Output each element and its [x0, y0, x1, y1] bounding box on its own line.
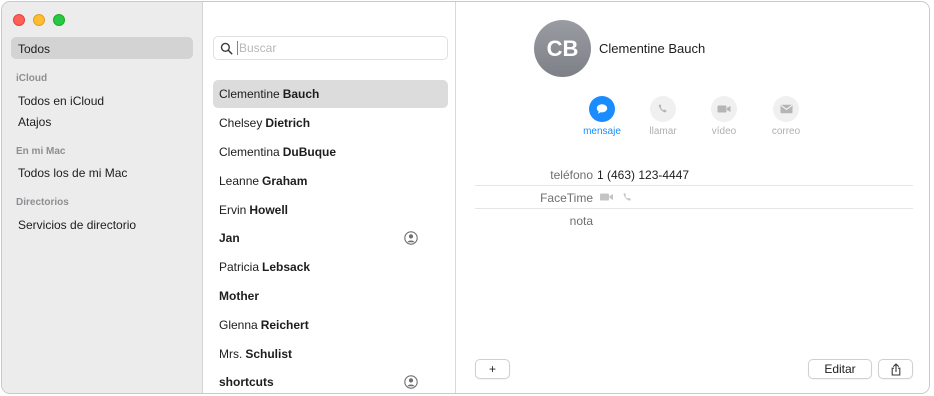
avatar: CB: [534, 20, 591, 77]
sidebar-item-directory-services[interactable]: Servicios de directorio: [18, 218, 136, 232]
list-item[interactable]: Mrs. Schulist: [213, 340, 448, 368]
contact-last-name: Lebsack: [262, 260, 311, 274]
list-item[interactable]: Chelsey Dietrich: [213, 109, 448, 137]
phone-value[interactable]: 1 (463) 123-4447: [597, 168, 689, 182]
search-input[interactable]: [237, 41, 437, 55]
facetime-audio-icon[interactable]: [622, 192, 633, 203]
share-icon: [891, 362, 900, 376]
contact-last-name: DuBuque: [282, 145, 337, 159]
list-item[interactable]: Jan: [213, 224, 448, 252]
message-label: mensaje: [583, 126, 621, 137]
sidebar-item-todos-mac[interactable]: Todos los de mi Mac: [18, 166, 127, 180]
contact-name: Mother: [219, 289, 259, 303]
contact-first-name: Glenna: [219, 318, 258, 332]
list-item[interactable]: Ervin Howell: [213, 196, 448, 224]
contact-last-name: Bauch: [282, 87, 320, 101]
list-item[interactable]: Clementina DuBuque: [213, 138, 448, 166]
message-bubble-icon: [589, 96, 615, 122]
sidebar-section-icloud: iCloud: [16, 73, 48, 84]
contact-name: shortcuts: [219, 375, 274, 389]
contact-first-name: Mrs.: [219, 347, 243, 361]
search-field[interactable]: [213, 36, 448, 60]
phone-icon: [650, 96, 676, 122]
sidebar-item-todos-icloud[interactable]: Todos en iCloud: [18, 94, 104, 108]
list-item[interactable]: Patricia Lebsack: [213, 253, 448, 281]
contacts-window: Todos iCloud Todos en iCloud Atajos En m…: [1, 1, 930, 394]
contact-name-heading: Clementine Bauch: [599, 41, 706, 56]
list-item[interactable]: shortcuts: [213, 368, 448, 393]
mail-button[interactable]: correo: [762, 96, 810, 137]
phone-label: teléfono: [550, 168, 593, 182]
note-label: nota: [569, 214, 593, 228]
sidebar-section-mac: En mi Mac: [16, 146, 66, 157]
contact-name: Jan: [219, 231, 240, 245]
mail-label: correo: [771, 126, 801, 137]
contact-detail: CB Clementine Bauch mensaje llamar vídeo…: [457, 2, 929, 393]
facetime-actions: [599, 192, 633, 203]
zoom-button[interactable]: [53, 14, 65, 26]
message-button[interactable]: mensaje: [578, 96, 626, 137]
contact-last-name: Reichert: [260, 318, 309, 332]
person-circle-icon: [404, 375, 418, 389]
minimize-button[interactable]: [33, 14, 45, 26]
list-item[interactable]: Glenna Reichert: [213, 311, 448, 339]
contact-first-name: Chelsey: [219, 116, 263, 130]
contact-first-name: Clementina: [219, 145, 280, 159]
video-button[interactable]: vídeo: [700, 96, 748, 137]
sidebar-section-directorios: Directorios: [16, 197, 69, 208]
share-button[interactable]: [878, 359, 913, 379]
list-item[interactable]: Mother: [213, 282, 448, 310]
search-icon: [220, 42, 233, 54]
sidebar-item-atajos[interactable]: Atajos: [18, 115, 51, 129]
list-item[interactable]: Leanne Graham: [213, 167, 448, 195]
contact-last-name: Howell: [249, 203, 289, 217]
note-row[interactable]: nota: [475, 209, 913, 232]
call-label: llamar: [649, 126, 677, 137]
close-button[interactable]: [13, 14, 25, 26]
facetime-label: FaceTime: [540, 191, 593, 205]
contact-last-name: Schulist: [245, 347, 293, 361]
facetime-video-icon[interactable]: [599, 192, 614, 202]
contact-first-name: Leanne: [219, 174, 260, 188]
video-label: vídeo: [711, 126, 737, 137]
add-button[interactable]: +: [475, 359, 510, 379]
envelope-icon: [773, 96, 799, 122]
call-button[interactable]: llamar: [639, 96, 687, 137]
window-controls: [13, 14, 65, 26]
contact-last-name: Dietrich: [265, 116, 311, 130]
contact-first-name: Patricia: [219, 260, 260, 274]
edit-button[interactable]: Editar: [808, 359, 872, 379]
contact-last-name: Graham: [262, 174, 308, 188]
person-circle-icon: [404, 231, 418, 245]
phone-row: teléfono 1 (463) 123-4447: [475, 163, 913, 186]
sidebar: Todos iCloud Todos en iCloud Atajos En m…: [2, 2, 203, 393]
video-camera-icon: [711, 96, 737, 122]
contact-first-name: Clementine: [219, 87, 280, 101]
sidebar-item-label[interactable]: Todos: [18, 42, 50, 56]
list-item[interactable]: Clementine Bauch: [213, 80, 448, 108]
facetime-row: FaceTime: [475, 186, 913, 209]
contact-first-name: Ervin: [219, 203, 247, 217]
contact-list: Clementine Bauch Chelsey Dietrich Clemen…: [204, 2, 456, 393]
